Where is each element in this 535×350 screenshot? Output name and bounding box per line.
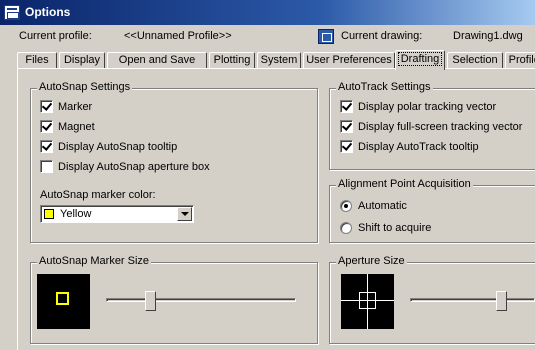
aperture-size-preview [341, 274, 394, 329]
tab-profiles[interactable]: Profiles [505, 52, 535, 69]
drawing-icon [318, 29, 334, 44]
app-icon [4, 5, 20, 20]
magnet-checkbox[interactable] [40, 120, 53, 133]
autosnap-tooltip-checkbox[interactable] [40, 140, 53, 153]
shift-to-acquire-label[interactable]: Shift to acquire [358, 222, 431, 234]
current-profile-label: Current profile: [19, 30, 92, 42]
window-title: Options [25, 5, 71, 19]
aperture-box-checkbox[interactable] [40, 160, 53, 173]
marker-checkbox[interactable] [40, 100, 53, 113]
tab-plotting[interactable]: Plotting [209, 52, 255, 69]
shift-to-acquire-radio[interactable] [340, 222, 352, 234]
tab-files[interactable]: Files [17, 52, 57, 69]
tab-system[interactable]: System [257, 52, 301, 69]
marker-size-slider-thumb[interactable] [145, 291, 156, 311]
fullscreen-tracking-checkbox[interactable] [340, 120, 353, 133]
tab-drafting[interactable]: Drafting [395, 50, 445, 70]
alignment-point-legend: Alignment Point Acquisition [336, 178, 473, 190]
aperture-box-icon [359, 292, 376, 309]
autosnap-marker-icon [56, 292, 69, 305]
polar-tracking-checkbox[interactable] [340, 100, 353, 113]
marker-size-legend: AutoSnap Marker Size [37, 255, 152, 267]
autotrack-tooltip-label[interactable]: Display AutoTrack tooltip [358, 141, 479, 153]
current-drawing-value: Drawing1.dwg [453, 30, 523, 42]
polar-tracking-label[interactable]: Display polar tracking vector [358, 101, 496, 113]
autotrack-tooltip-checkbox[interactable] [340, 140, 353, 153]
autosnap-tooltip-label[interactable]: Display AutoSnap tooltip [58, 141, 177, 153]
tab-selection[interactable]: Selection [447, 52, 503, 69]
autotrack-settings-legend: AutoTrack Settings [336, 81, 433, 93]
marker-color-select[interactable]: Yellow [40, 205, 194, 223]
tab-open-and-save[interactable]: Open and Save [107, 52, 207, 69]
autosnap-settings-legend: AutoSnap Settings [37, 81, 133, 93]
marker-size-slider-track[interactable] [106, 298, 296, 302]
marker-color-label: AutoSnap marker color: [40, 189, 156, 201]
title-bar[interactable]: Options [0, 0, 535, 25]
current-profile-value: <<Unnamed Profile>> [124, 30, 232, 42]
automatic-label[interactable]: Automatic [358, 200, 407, 212]
current-drawing-label: Current drawing: [341, 30, 423, 42]
profile-row: Current profile: <<Unnamed Profile>> Cur… [0, 25, 535, 49]
chevron-down-icon[interactable] [177, 207, 192, 221]
marker-color-value: Yellow [60, 208, 92, 220]
marker-label[interactable]: Marker [58, 101, 92, 113]
tab-strip: Files Display Open and Save Plotting Sys… [17, 50, 535, 70]
tab-user-preferences[interactable]: User Preferences [303, 52, 395, 69]
color-swatch [44, 209, 54, 219]
aperture-size-slider-track[interactable] [410, 298, 535, 302]
tab-display[interactable]: Display [59, 52, 105, 69]
marker-size-preview [37, 274, 90, 329]
aperture-box-label[interactable]: Display AutoSnap aperture box [58, 161, 210, 173]
fullscreen-tracking-label[interactable]: Display full-screen tracking vector [358, 121, 522, 133]
aperture-size-legend: Aperture Size [336, 255, 407, 267]
magnet-label[interactable]: Magnet [58, 121, 95, 133]
automatic-radio[interactable] [340, 200, 352, 212]
alignment-point-group: Alignment Point Acquisition [329, 178, 535, 243]
aperture-size-slider-thumb[interactable] [496, 291, 507, 311]
